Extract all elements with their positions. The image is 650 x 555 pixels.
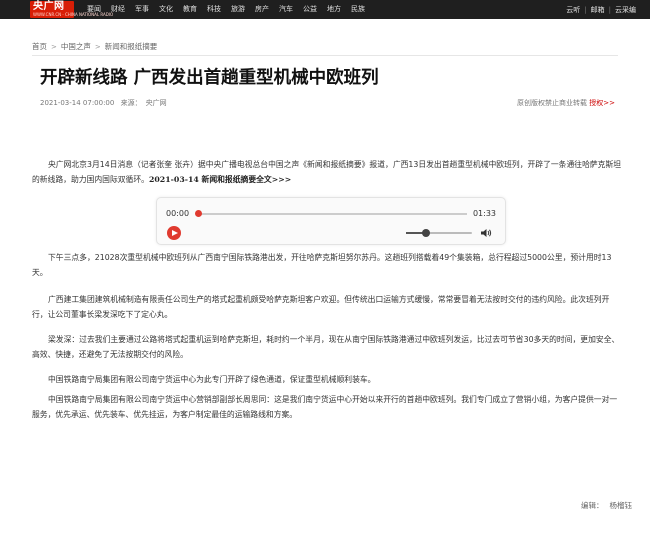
copyright-notice: 原创版权禁止商业转载 授权>>	[517, 98, 615, 108]
logo-text: 央广网	[33, 1, 65, 12]
volume-knob[interactable]	[421, 229, 430, 237]
breadcrumb-divider	[32, 55, 618, 56]
breadcrumb-home[interactable]: 首页	[32, 41, 47, 52]
nav-item-wenhua[interactable]: 文化	[159, 0, 173, 19]
yuncaibian-link[interactable]: 云采编	[615, 5, 636, 15]
breadcrumb-voice-of-china[interactable]: 中国之声	[61, 41, 91, 52]
separator: |	[608, 5, 611, 14]
header-right-links: 云听 | 邮箱 | 云采编	[566, 0, 636, 19]
article-date: 2021-03-14 07:00:00	[40, 99, 115, 107]
editor-label: 编辑：	[581, 501, 604, 510]
nav-item-lvyou[interactable]: 旅游	[231, 0, 245, 19]
full-digest-link[interactable]: 2021-03-14 新闻和报纸摘要全文>>>	[149, 175, 291, 184]
article-paragraph-4: 梁发深：过去我们主要通过公路将塔式起重机运到哈萨克斯坦，耗时约一个半月，现在从南…	[32, 335, 620, 359]
source-label: 来源：	[120, 99, 142, 107]
article-paragraph-2: 下午三点多，21028次重型机械中欧班列从广西南宁国际铁路港出发，开往哈萨克斯坦…	[32, 253, 612, 277]
current-time: 00:00	[166, 209, 190, 218]
top-nav-bar: 央广网 WWW.CNR.CN · CHINA NATIONAL RADIO 要闻…	[0, 0, 650, 19]
breadcrumb-news-digest[interactable]: 新闻和报纸摘要	[105, 41, 158, 52]
breadcrumb-arrow-icon: >	[51, 42, 57, 51]
authorize-link[interactable]: 授权>>	[589, 99, 615, 107]
duration: 01:33	[472, 209, 496, 218]
volume-slider[interactable]	[406, 229, 472, 237]
nav-item-fangchan[interactable]: 房产	[255, 0, 269, 19]
editor-credit: 编辑： 杨榴钰	[575, 500, 632, 511]
play-icon[interactable]	[167, 226, 181, 240]
nav-item-yaowen[interactable]: 要闻	[87, 0, 101, 19]
nav-item-junshi[interactable]: 军事	[135, 0, 149, 19]
site-logo[interactable]: 央广网 WWW.CNR.CN · CHINA NATIONAL RADIO	[30, 1, 113, 18]
nav-item-gongyi[interactable]: 公益	[303, 0, 317, 19]
main-nav: 要闻 财经 军事 文化 教育 科技 旅游 房产 汽车 公益 地方 民族	[87, 0, 375, 19]
article-title: 开辟新线路 广西发出首趟重型机械中欧班列	[40, 68, 379, 88]
article-paragraph-5: 中国铁路南宁局集团有限公司南宁货运中心为此专门开辟了绿色通道，保证重型机械顺利装…	[48, 375, 376, 384]
editor-name: 杨榴钰	[609, 501, 633, 510]
mail-link[interactable]: 邮箱	[591, 5, 605, 15]
nav-item-difang[interactable]: 地方	[327, 0, 341, 19]
nav-item-keji[interactable]: 科技	[207, 0, 221, 19]
speaker-icon[interactable]	[480, 227, 492, 239]
progress-track[interactable]	[199, 213, 467, 215]
article-paragraph-1: 央广网北京3月14日消息（记者张奎 张卉）据中央广播电视总台中国之声《新闻和报纸…	[32, 157, 622, 187]
article-meta: 2021-03-14 07:00:00 来源： 央广网	[40, 98, 171, 108]
nav-item-minzu[interactable]: 民族	[351, 0, 365, 19]
nav-item-caijing[interactable]: 财经	[111, 0, 125, 19]
nav-item-qiche[interactable]: 汽车	[279, 0, 293, 19]
article-source: 央广网	[145, 99, 167, 107]
article-paragraph-3: 广西建工集团建筑机械制造有限责任公司生产的塔式起重机颇受哈萨克斯坦客户欢迎。但传…	[32, 295, 610, 319]
article-paragraph-6: 中国铁路南宁局集团有限公司南宁货运中心营销部副部长周思同：这是我们南宁货运中心开…	[32, 395, 618, 419]
audio-player: 00:00 01:33	[156, 197, 506, 245]
paragraph-1-text: 央广网北京3月14日消息（记者张奎 张卉）据中央广播电视总台中国之声《新闻和报纸…	[32, 160, 622, 184]
breadcrumb: 首页 > 中国之声 > 新闻和报纸摘要	[32, 41, 157, 52]
separator: |	[584, 5, 587, 14]
copyright-text: 原创版权禁止商业转载	[517, 99, 588, 107]
progress-knob[interactable]	[195, 210, 202, 217]
yunting-link[interactable]: 云听	[566, 5, 580, 15]
breadcrumb-arrow-icon: >	[94, 42, 101, 51]
nav-item-jiaoyu[interactable]: 教育	[183, 0, 197, 19]
